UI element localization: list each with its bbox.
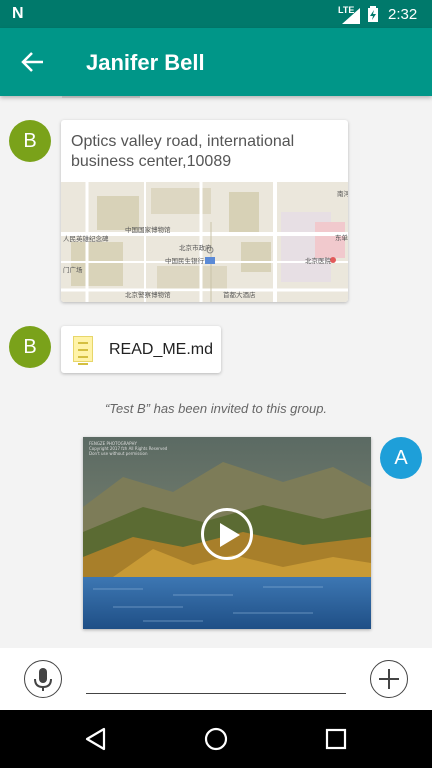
message-input[interactable] bbox=[86, 668, 346, 694]
conversation-title: Janifer Bell bbox=[86, 50, 205, 75]
nav-recents-icon[interactable] bbox=[323, 726, 349, 752]
play-button[interactable] bbox=[201, 508, 253, 560]
file-message[interactable]: READ_ME.md bbox=[61, 326, 221, 373]
map-label: 东单 bbox=[335, 233, 348, 242]
map-label: 中国民生银行 bbox=[165, 256, 205, 265]
status-bar: N LTE 2:32 bbox=[0, 0, 432, 28]
map-label: 北京医院 bbox=[305, 256, 332, 265]
arrow-back-icon[interactable] bbox=[20, 50, 46, 74]
avatar[interactable]: A bbox=[380, 437, 422, 479]
file-name: READ_ME.md bbox=[109, 341, 214, 358]
nav-back-icon[interactable] bbox=[84, 726, 110, 752]
signal-icon bbox=[342, 8, 360, 24]
video-credit-line: Don't use without permission bbox=[89, 451, 148, 456]
chat-list[interactable]: B Optics valley road, international busi… bbox=[0, 96, 432, 648]
location-address: Optics valley road, international busine… bbox=[71, 133, 295, 170]
location-message[interactable]: Optics valley road, international busine… bbox=[61, 120, 348, 302]
avatar[interactable]: B bbox=[9, 326, 51, 368]
previous-message-edge bbox=[62, 96, 140, 98]
nav-home-icon[interactable] bbox=[203, 726, 229, 752]
map-label: 首都大酒店 bbox=[223, 290, 256, 299]
composer-bar bbox=[0, 648, 432, 710]
map-label: 南河 bbox=[337, 189, 348, 198]
system-navigation-bar bbox=[0, 710, 432, 768]
map-label: 中国国家博物馆 bbox=[125, 225, 171, 234]
microphone-icon bbox=[33, 667, 52, 691]
map-label: 北京警察博物馆 bbox=[125, 290, 171, 299]
voice-button[interactable] bbox=[24, 660, 62, 698]
clock: 2:32 bbox=[388, 6, 418, 23]
avatar[interactable]: B bbox=[9, 120, 51, 162]
battery-charging-icon bbox=[368, 6, 378, 22]
map-label: 门广场 bbox=[63, 265, 83, 274]
map-label: 人民英雄纪念碑 bbox=[63, 234, 109, 243]
map-thumbnail[interactable]: 中国国家博物馆 北京市政府 中国民生银行 北京医院 北京警察博物馆 首都大酒店 … bbox=[61, 182, 348, 302]
map-label: 北京市政府 bbox=[179, 243, 212, 252]
app-bar: Janifer Bell bbox=[0, 28, 432, 96]
n-logo-icon: N bbox=[12, 5, 24, 22]
plus-icon bbox=[378, 668, 399, 689]
document-icon bbox=[73, 336, 93, 365]
video-message[interactable]: FENGZE PHOTOGRAPHY Copyright 2017 fzh Al… bbox=[83, 437, 371, 629]
play-icon bbox=[220, 523, 240, 547]
video-credit: FENGZE PHOTOGRAPHY Copyright 2017 fzh Al… bbox=[89, 441, 167, 456]
system-message: “Test B” has been invited to this group. bbox=[104, 401, 328, 416]
add-attachment-button[interactable] bbox=[370, 660, 408, 698]
